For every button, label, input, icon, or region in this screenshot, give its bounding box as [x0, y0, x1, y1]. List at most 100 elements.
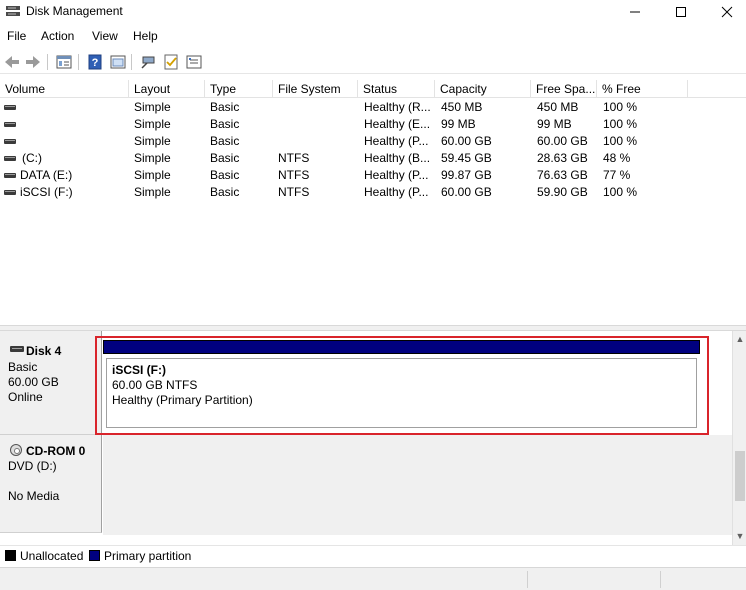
connect-button[interactable]: [138, 52, 158, 72]
column-header-capacity[interactable]: Capacity: [435, 80, 531, 98]
toolbar-separator: [78, 54, 79, 70]
menu-action[interactable]: Action: [41, 29, 74, 43]
volume-icon: [4, 173, 16, 178]
cell-percent-free: 100 %: [603, 117, 638, 131]
disk-size: 60.00 GB: [8, 375, 59, 389]
table-row[interactable]: DATA (E:) Simple Basic NTFS Healthy (P..…: [0, 167, 746, 184]
legend-unallocated: Unallocated: [20, 549, 84, 563]
cell-layout: Simple: [134, 117, 171, 131]
cell-status: Healthy (R...: [364, 100, 431, 114]
legend: Unallocated Primary partition: [0, 545, 746, 565]
scroll-thumb[interactable]: [735, 451, 745, 501]
scroll-down-arrow-icon[interactable]: ▼: [735, 531, 745, 541]
menu-file[interactable]: File: [7, 29, 26, 43]
cdrom-0-label[interactable]: CD-ROM 0 DVD (D:) No Media: [0, 435, 102, 533]
table-row[interactable]: (C:) Simple Basic NTFS Healthy (B... 59.…: [0, 150, 746, 167]
cell-free-space: 59.90 GB: [537, 185, 588, 199]
properties-icon: [56, 55, 72, 69]
table-row[interactable]: Simple Basic Healthy (P... 60.00 GB 60.0…: [0, 133, 746, 150]
window-title: Disk Management: [26, 4, 123, 18]
column-header-layout[interactable]: Layout: [129, 80, 205, 98]
column-header-volume[interactable]: Volume: [0, 80, 129, 98]
cdrom-icon: [10, 444, 22, 456]
cell-percent-free: 100 %: [603, 185, 638, 199]
cell-free-space: 28.63 GB: [537, 151, 588, 165]
volume-icon: [4, 190, 16, 195]
minimize-icon: [630, 11, 640, 13]
cell-capacity: 59.45 GB: [441, 151, 492, 165]
column-header-status[interactable]: Status: [358, 80, 435, 98]
cell-free-space: 76.63 GB: [537, 168, 588, 182]
cdrom-empty-region[interactable]: [103, 435, 732, 535]
volume-icon: [4, 156, 16, 161]
status-separator: [660, 571, 661, 588]
menu-bar: File Action View Help: [0, 26, 746, 48]
disk-icon: [10, 346, 24, 352]
primary-partition-swatch: [89, 550, 100, 561]
table-row[interactable]: Simple Basic Healthy (E... 99 MB 99 MB 1…: [0, 116, 746, 133]
svg-text:?: ?: [92, 57, 99, 69]
cell-layout: Simple: [134, 168, 171, 182]
disk-view-scrollbar[interactable]: ▲ ▼: [732, 331, 746, 545]
cell-type: Basic: [210, 117, 240, 131]
rescan-icon: [186, 55, 202, 69]
toolbar-separator: [47, 54, 48, 70]
help-button[interactable]: ?: [85, 52, 105, 72]
cell-type: Basic: [210, 100, 240, 114]
cell-capacity: 99.87 GB: [441, 168, 492, 182]
legend-primary-partition: Primary partition: [104, 549, 192, 563]
column-header-percent-free[interactable]: % Free: [597, 80, 688, 98]
back-button[interactable]: [2, 52, 22, 72]
menu-help[interactable]: Help: [133, 29, 158, 43]
menu-view[interactable]: View: [92, 29, 118, 43]
refresh-button[interactable]: [108, 52, 128, 72]
refresh-icon: [110, 55, 126, 69]
cell-type: Basic: [210, 185, 240, 199]
forward-button[interactable]: [23, 52, 43, 72]
check-button[interactable]: [161, 52, 181, 72]
cell-file-system: NTFS: [278, 151, 310, 165]
cell-capacity: 60.00 GB: [441, 134, 492, 148]
cell-type: Basic: [210, 168, 240, 182]
list-header: Volume Layout Type File System Status Ca…: [0, 80, 746, 98]
cell-capacity: 60.00 GB: [441, 185, 492, 199]
cell-free-space: 99 MB: [537, 117, 572, 131]
minimize-button[interactable]: [612, 0, 658, 24]
cell-layout: Simple: [134, 100, 171, 114]
cell-capacity: 450 MB: [441, 100, 483, 114]
toolbar-separator: [131, 54, 132, 70]
column-header-free-space[interactable]: Free Spa...: [531, 80, 597, 98]
cdrom-drive: DVD (D:): [8, 459, 57, 473]
rescan-button[interactable]: [184, 52, 204, 72]
cell-type: Basic: [210, 151, 240, 165]
show-hide-console-button[interactable]: [54, 52, 74, 72]
close-icon: [721, 6, 733, 18]
column-header-type[interactable]: Type: [205, 80, 273, 98]
table-row[interactable]: Simple Basic Healthy (R... 450 MB 450 MB…: [0, 99, 746, 116]
disk-management-icon: [6, 6, 20, 16]
disk-graphical-view: Disk 4 Basic 60.00 GB Online iSCSI (F:) …: [0, 331, 732, 535]
cell-percent-free: 77 %: [603, 168, 631, 182]
column-header-file-system[interactable]: File System: [273, 80, 358, 98]
cell-layout: Simple: [134, 185, 171, 199]
table-row[interactable]: iSCSI (F:) Simple Basic NTFS Healthy (P.…: [0, 184, 746, 201]
close-button[interactable]: [704, 0, 746, 24]
disk-4-label[interactable]: Disk 4 Basic 60.00 GB Online: [0, 331, 102, 435]
cell-status: Healthy (P...: [364, 134, 429, 148]
help-icon: ?: [88, 54, 102, 70]
cell-status: Healthy (B...: [364, 151, 431, 165]
cdrom-name: CD-ROM 0: [26, 444, 86, 458]
cell-file-system: NTFS: [278, 185, 310, 199]
volume-list[interactable]: Volume Layout Type File System Status Ca…: [0, 80, 746, 325]
cell-type: Basic: [210, 134, 240, 148]
cell-layout: Simple: [134, 134, 171, 148]
cell-layout: Simple: [134, 151, 171, 165]
disk-type: Basic: [8, 360, 38, 374]
maximize-button[interactable]: [658, 0, 704, 24]
scroll-up-arrow-icon[interactable]: ▲: [735, 334, 745, 344]
title-bar: Disk Management: [0, 0, 746, 24]
cell-volume: DATA (E:): [20, 168, 73, 182]
cell-status: Healthy (P...: [364, 185, 429, 199]
volume-icon: [4, 139, 16, 144]
toolbar: ?: [0, 50, 746, 74]
